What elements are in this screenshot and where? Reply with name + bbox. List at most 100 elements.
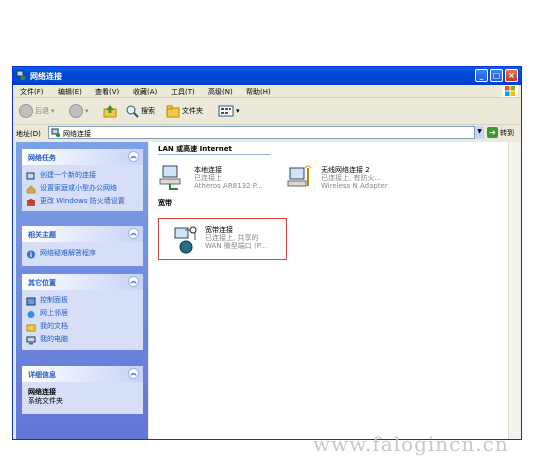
collapse-icon[interactable]: ︽: [128, 151, 139, 162]
menu-help[interactable]: 帮助(H): [246, 87, 271, 97]
my-documents-icon: [26, 324, 36, 332]
collapse-icon[interactable]: ︽: [128, 276, 139, 287]
place-network-places[interactable]: 网上邻居: [22, 307, 143, 320]
network-tasks-header[interactable]: 网络任务 ︽: [22, 149, 143, 165]
address-value: 网络连接: [63, 130, 91, 138]
panel-title: 网络任务: [28, 154, 56, 162]
menu-bar: 文件(F) 编辑(E) 查看(V) 收藏(A) 工具(T) 高级(N) 帮助(H…: [13, 85, 521, 98]
forward-dropdown-icon[interactable]: ▾: [85, 107, 89, 115]
group-title-lan: LAN 或高速 Internet: [158, 145, 232, 153]
task-troubleshooter[interactable]: 网络疑难解答程序: [22, 247, 143, 260]
menu-file[interactable]: 文件(F): [20, 87, 44, 97]
place-label: 我的文档: [40, 322, 68, 330]
menu-view[interactable]: 查看(V): [95, 87, 119, 97]
back-label: 后退: [35, 107, 49, 115]
forward-arrow-icon: [69, 104, 83, 118]
up-folder-button[interactable]: [103, 103, 117, 119]
back-button[interactable]: 后退 ▾: [19, 103, 55, 119]
place-label: 网上邻居: [40, 309, 68, 317]
place-my-documents[interactable]: 我的文档: [22, 320, 143, 333]
task-label: 更改 Windows 防火墙设置: [40, 197, 125, 205]
up-folder-icon: [103, 105, 117, 118]
network-places-icon: [27, 311, 35, 318]
address-dropdown-icon[interactable]: ▼: [474, 126, 484, 139]
connection-item-wireless[interactable]: 无线网络连接 2 已连接上, 有防火... Wireless N Adapter: [286, 164, 406, 196]
connection-name: 本地连接: [194, 166, 222, 174]
task-create-connection[interactable]: 创建一个新的连接: [22, 169, 143, 182]
go-label: 转到: [500, 128, 514, 137]
connection-name: 无线网络连接 2: [321, 166, 370, 174]
minimize-button[interactable]: _: [475, 69, 488, 82]
other-places-panel: 其它位置 ︽ 控制面板 网上邻居 我的文档 我的电脑: [22, 274, 143, 350]
place-label: 控制面板: [40, 296, 68, 304]
toolbar: 后退 ▾ ▾ 搜索 文件夹 ▾: [13, 98, 521, 125]
views-button[interactable]: ▾: [218, 103, 240, 119]
task-home-network[interactable]: 设置家庭或小型办公网络: [22, 182, 143, 195]
connections-view: LAN 或高速 Internet 本地连接 已连接上 Atheros AR813…: [149, 142, 508, 439]
folders-button[interactable]: 文件夹: [166, 103, 203, 119]
go-button[interactable]: ➜ 转到: [487, 126, 514, 139]
address-bar: 地址(D) 网络连接 ▼ ➜ 转到: [13, 125, 521, 141]
control-panel-icon: [26, 297, 36, 306]
place-my-computer[interactable]: 我的电脑: [22, 333, 143, 346]
folders-icon: [166, 105, 180, 118]
connection-item-local[interactable]: 本地连接 已连接上 Atheros AR8132 P...: [158, 164, 273, 196]
views-icon: [218, 105, 234, 117]
folders-label: 文件夹: [182, 107, 203, 115]
panel-title: 详细信息: [28, 371, 56, 379]
back-dropdown-icon[interactable]: ▾: [51, 107, 55, 115]
maximize-button[interactable]: □: [490, 69, 503, 82]
highlight-box: [158, 218, 287, 260]
my-computer-icon: [26, 336, 36, 345]
network-connections-icon: [16, 70, 26, 81]
search-label: 搜索: [141, 107, 155, 115]
collapse-icon[interactable]: ︽: [128, 228, 139, 239]
info-icon: [27, 250, 35, 259]
menu-tools[interactable]: 工具(T): [171, 87, 195, 97]
group-title-broadband: 宽带: [158, 199, 172, 207]
go-arrow-icon: ➜: [487, 127, 498, 138]
address-input[interactable]: 网络连接: [48, 126, 484, 139]
search-icon: [126, 105, 139, 118]
watermark: www.falogincn.cn: [313, 432, 509, 456]
task-pane: 网络任务 ︽ 创建一个新的连接 设置家庭或小型办公网络 更改 Windows 防…: [16, 142, 148, 439]
address-label: 地址(D): [16, 130, 41, 138]
related-topics-header[interactable]: 相关主题 ︽: [22, 226, 143, 242]
menu-advanced[interactable]: 高级(N): [208, 87, 233, 97]
place-label: 我的电脑: [40, 335, 68, 343]
details-header[interactable]: 详细信息 ︽: [22, 366, 143, 382]
collapse-icon[interactable]: ︽: [128, 368, 139, 379]
windows-logo-icon: [502, 85, 518, 97]
close-button[interactable]: ×: [505, 69, 518, 82]
window-title: 网络连接: [30, 72, 62, 81]
task-label: 设置家庭或小型办公网络: [40, 184, 117, 192]
place-control-panel[interactable]: 控制面板: [22, 294, 143, 307]
task-label: 网络疑难解答程序: [40, 249, 96, 257]
other-places-header[interactable]: 其它位置 ︽: [22, 274, 143, 290]
network-folder-icon: [51, 128, 61, 138]
menu-edit[interactable]: 编辑(E): [58, 87, 82, 97]
back-arrow-icon: [19, 104, 33, 118]
network-tasks-panel: 网络任务 ︽ 创建一个新的连接 设置家庭或小型办公网络 更改 Windows 防…: [22, 149, 143, 211]
title-bar[interactable]: 网络连接 _ □ ×: [13, 67, 521, 85]
wireless-connection-icon: [287, 165, 312, 187]
connection-device: Wireless N Adapter: [321, 182, 388, 190]
firewall-icon: [27, 199, 35, 206]
group-divider: [158, 154, 270, 155]
search-button[interactable]: 搜索: [125, 103, 155, 119]
lan-connection-icon: [159, 165, 181, 190]
new-connection-icon: [26, 172, 35, 180]
menu-favorites[interactable]: 收藏(A): [133, 87, 157, 97]
forward-button[interactable]: ▾: [69, 103, 89, 119]
views-dropdown-icon[interactable]: ▾: [236, 107, 240, 115]
vertical-scrollbar[interactable]: [508, 142, 521, 439]
connection-status: 已连接上, 有防火...: [321, 174, 382, 182]
connection-status: 已连接上: [194, 174, 222, 182]
details-subtitle: 系统文件夹: [28, 397, 63, 405]
task-firewall[interactable]: 更改 Windows 防火墙设置: [22, 195, 143, 208]
task-label: 创建一个新的连接: [40, 171, 96, 179]
related-topics-panel: 相关主题 ︽ 网络疑难解答程序: [22, 226, 143, 266]
panel-title: 其它位置: [28, 279, 56, 287]
details-title: 网络连接: [28, 388, 56, 396]
home-network-icon: [26, 185, 36, 194]
